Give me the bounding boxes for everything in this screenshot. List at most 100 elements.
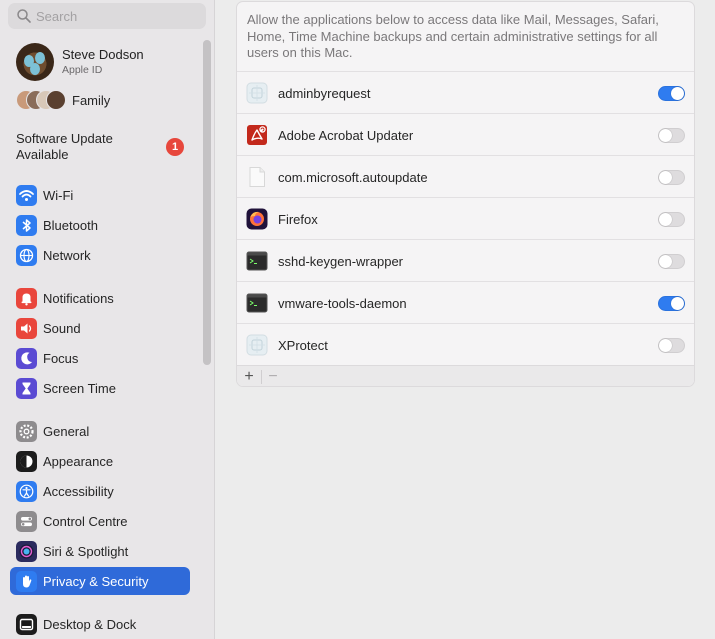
app-row[interactable]: com.microsoft.autoupdate — [237, 155, 694, 197]
family-label: Family — [72, 93, 111, 108]
app-row[interactable]: sshd-keygen-wrapper — [237, 239, 694, 281]
toggle-knob — [659, 255, 672, 268]
sidebar-item-label: Wi-Fi — [43, 188, 74, 203]
access-toggle[interactable] — [658, 254, 685, 269]
sidebar-item-label: Sound — [43, 321, 81, 336]
family-item[interactable]: Family — [16, 90, 196, 110]
access-toggle[interactable] — [658, 86, 685, 101]
toggle-knob — [671, 297, 684, 310]
sidebar-item-desktop-dock[interactable]: Desktop & Dock — [10, 610, 190, 638]
siri-icon — [16, 541, 37, 562]
sidebar-item-label: Bluetooth — [43, 218, 98, 233]
app-list: adminbyrequest Adobe Acrobat Updater com.m… — [237, 71, 694, 365]
app-name: Firefox — [278, 212, 318, 227]
sidebar-item-appearance[interactable]: Appearance — [10, 447, 190, 475]
firefox-icon — [246, 208, 268, 230]
app-name: XProtect — [278, 338, 328, 353]
app-name: adminbyrequest — [278, 86, 371, 101]
search-placeholder: Search — [36, 9, 78, 24]
sidebar-item-general[interactable]: General — [10, 417, 190, 445]
access-toggle[interactable] — [658, 338, 685, 353]
sidebar-item-label: Notifications — [43, 291, 114, 306]
family-avatars — [16, 90, 66, 110]
sidebar-item-wi-fi[interactable]: Wi-Fi — [10, 181, 190, 209]
access-toggle[interactable] — [658, 170, 685, 185]
app-name: com.microsoft.autoupdate — [278, 170, 428, 185]
apple-id-profile[interactable]: Steve Dodson Apple ID — [16, 43, 196, 81]
app-row[interactable]: adminbyrequest — [237, 71, 694, 113]
generic-app-icon — [246, 334, 268, 356]
sidebar-item-screen-time[interactable]: Screen Time — [10, 374, 190, 402]
sidebar-item-label: Appearance — [43, 454, 114, 469]
speaker-icon — [16, 318, 37, 339]
bell-icon — [16, 288, 37, 309]
sidebar-item-label: Siri & Spotlight — [43, 544, 129, 559]
terminal-icon — [246, 250, 268, 272]
main-content: Allow the applications below to access d… — [216, 0, 715, 639]
document-icon — [246, 166, 268, 188]
toggle-knob — [659, 213, 672, 226]
control-centre-icon — [16, 511, 37, 532]
access-toggle[interactable] — [658, 296, 685, 311]
hourglass-icon — [16, 378, 37, 399]
hand-icon — [16, 571, 37, 592]
sidebar-item-accessibility[interactable]: Accessibility — [10, 477, 190, 505]
search-field[interactable]: Search — [8, 3, 206, 29]
sidebar-item-privacy-security[interactable]: Privacy & Security — [10, 567, 190, 595]
sidebar-item-label: General — [43, 424, 90, 439]
list-footer: + − — [237, 365, 694, 386]
sidebar-item-notifications[interactable]: Notifications — [10, 284, 190, 312]
access-toggle[interactable] — [658, 212, 685, 227]
sidebar: Search Steve Dodson Apple ID Family Soft… — [0, 0, 215, 639]
sidebar-item-focus[interactable]: Focus — [10, 344, 190, 372]
accessibility-icon — [16, 481, 37, 502]
sidebar-item-label: Privacy & Security — [43, 574, 149, 589]
sidebar-item-label: Screen Time — [43, 381, 116, 396]
app-name: sshd-keygen-wrapper — [278, 254, 404, 269]
wifi-icon — [16, 185, 37, 206]
software-update-label: Software Update Available — [16, 131, 113, 162]
sidebar-item-label: Network — [43, 248, 91, 263]
acrobat-icon — [246, 124, 268, 146]
gear-icon — [16, 421, 37, 442]
profile-name: Steve Dodson — [62, 47, 144, 62]
terminal-icon — [246, 292, 268, 314]
app-row[interactable]: Adobe Acrobat Updater — [237, 113, 694, 155]
sidebar-item-bluetooth[interactable]: Bluetooth — [10, 211, 190, 239]
toggle-knob — [671, 87, 684, 100]
software-update-item[interactable]: Software Update Available 1 — [16, 131, 191, 165]
app-name: vmware-tools-daemon — [278, 296, 407, 311]
toggle-knob — [659, 339, 672, 352]
profile-subtitle: Apple ID — [62, 64, 103, 76]
app-row[interactable]: vmware-tools-daemon — [237, 281, 694, 323]
update-count-badge: 1 — [166, 138, 184, 156]
sidebar-item-label: Accessibility — [43, 484, 114, 499]
appearance-icon — [16, 451, 37, 472]
app-row[interactable]: Firefox — [237, 197, 694, 239]
panel-description: Allow the applications below to access d… — [247, 12, 659, 60]
generic-app-icon — [246, 82, 268, 104]
sidebar-item-sound[interactable]: Sound — [10, 314, 190, 342]
footer-divider — [261, 370, 262, 384]
search-icon — [17, 9, 31, 23]
toggle-knob — [659, 129, 672, 142]
app-row[interactable]: XProtect — [237, 323, 694, 365]
avatar — [16, 43, 54, 81]
add-button[interactable]: + — [239, 367, 259, 386]
sidebar-item-siri-spotlight[interactable]: Siri & Spotlight — [10, 537, 190, 565]
remove-button[interactable]: − — [263, 367, 283, 386]
sidebar-item-label: Control Centre — [43, 514, 128, 529]
full-disk-access-panel: Allow the applications below to access d… — [236, 1, 695, 387]
globe-icon — [16, 245, 37, 266]
sidebar-item-label: Focus — [43, 351, 79, 366]
sidebar-item-network[interactable]: Network — [10, 241, 190, 269]
toggle-knob — [659, 171, 672, 184]
access-toggle[interactable] — [658, 128, 685, 143]
sidebar-scrollbar[interactable] — [203, 40, 211, 365]
moon-icon — [16, 348, 37, 369]
app-name: Adobe Acrobat Updater — [278, 128, 414, 143]
sidebar-item-label: Desktop & Dock — [43, 617, 137, 632]
sidebar-item-control-centre[interactable]: Control Centre — [10, 507, 190, 535]
bluetooth-icon — [16, 215, 37, 236]
dock-icon — [16, 614, 37, 635]
